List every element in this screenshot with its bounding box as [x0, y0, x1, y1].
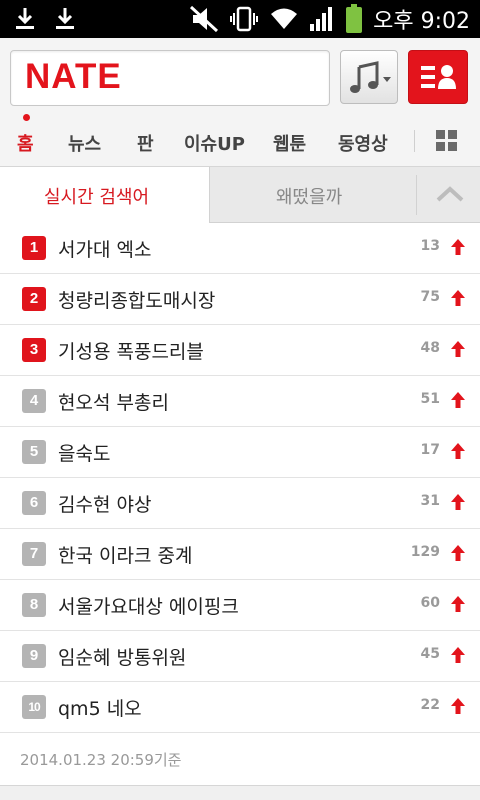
rise-count: 31 [420, 493, 440, 509]
music-button[interactable] [340, 50, 398, 104]
tab-realtime-label: 실시간 검색어 [44, 187, 150, 208]
arrow-up-icon [450, 595, 466, 613]
keyword-text: qm5 네오 [58, 698, 142, 720]
vibrate-icon [229, 5, 259, 33]
tab-realtime-search[interactable]: 실시간 검색어 [0, 167, 210, 223]
menu-button[interactable] [408, 50, 468, 104]
arrow-up-icon [450, 340, 466, 358]
arrow-up-icon [450, 442, 466, 460]
rank-badge: 3 [22, 338, 46, 362]
music-note-icon [350, 61, 391, 93]
keyword-text: 한국 이라크 중계 [58, 545, 193, 567]
rise-count: 60 [420, 595, 440, 611]
keyword-text: 을숙도 [58, 443, 111, 465]
rank-badge: 2 [22, 287, 46, 311]
tab-why-trending[interactable]: 왜떴을까 [276, 183, 342, 209]
profile-list-icon [421, 65, 456, 89]
arrow-up-icon [450, 646, 466, 664]
app-header: NATE [0, 38, 480, 116]
list-item[interactable]: 9 임순혜 방통위원 45 [0, 631, 480, 682]
active-indicator-dot [23, 114, 30, 121]
rank-badge: 1 [22, 236, 46, 260]
arrow-up-icon [450, 697, 466, 715]
nav-item-home[interactable]: 홈 [17, 130, 34, 156]
nate-logo: NATE [25, 57, 122, 96]
rank-badge: 10 [22, 695, 46, 719]
nav-item-webtoon[interactable]: 웹툰 [273, 130, 306, 156]
signal-icon [309, 6, 335, 32]
keyword-text: 청량리종합도매시장 [58, 290, 216, 312]
list-item[interactable]: 6 김수현 야상 31 [0, 478, 480, 529]
keyword-text: 서울가요대상 에이핑크 [58, 596, 239, 618]
grid-icon[interactable] [436, 130, 458, 152]
status-bar: 오후 9:02 [0, 0, 480, 38]
battery-icon [345, 4, 363, 34]
rise-count: 129 [410, 544, 440, 560]
rank-badge: 5 [22, 440, 46, 464]
arrow-up-icon [450, 238, 466, 256]
main-nav: 홈 뉴스 판 이슈UP 웹툰 동영상 [0, 116, 480, 167]
nav-item-pan[interactable]: 판 [137, 130, 154, 156]
keyword-text: 기성용 폭풍드리블 [58, 341, 204, 363]
keyword-text: 현오석 부총리 [58, 392, 169, 414]
list-item[interactable]: 3 기성용 폭풍드리블 48 [0, 325, 480, 376]
arrow-up-icon [450, 391, 466, 409]
tab-divider [416, 175, 417, 215]
nav-divider [414, 130, 415, 152]
keyword-text: 임순혜 방통위원 [58, 647, 187, 669]
chevron-up-icon[interactable] [436, 185, 464, 203]
rise-count: 51 [420, 391, 440, 407]
list-footer: 2014.01.23 20:59기준 [0, 733, 480, 786]
rise-count: 22 [420, 697, 440, 713]
wifi-icon [269, 6, 299, 32]
rank-badge: 4 [22, 389, 46, 413]
rank-badge: 6 [22, 491, 46, 515]
rise-count: 75 [420, 289, 440, 305]
download-icon [54, 6, 76, 32]
rise-count: 45 [420, 646, 440, 662]
list-item[interactable]: 10 qm5 네오 22 [0, 682, 480, 733]
list-item[interactable]: 5 을숙도 17 [0, 427, 480, 478]
keyword-text: 김수현 야상 [58, 494, 152, 516]
arrow-up-icon [450, 544, 466, 562]
realtime-keyword-list: 1 서가대 엑소 13 2 청량리종합도매시장 75 3 기성용 폭풍드리블 48 4 현오석 부총… [0, 223, 480, 786]
arrow-up-icon [450, 289, 466, 307]
nav-item-news[interactable]: 뉴스 [68, 130, 101, 156]
arrow-up-icon [450, 493, 466, 511]
keyword-text: 서가대 엑소 [58, 239, 152, 261]
rank-badge: 9 [22, 644, 46, 668]
mute-icon [189, 5, 219, 33]
rise-count: 13 [420, 238, 440, 254]
nav-item-issueup[interactable]: 이슈UP [184, 130, 245, 156]
rise-count: 17 [420, 442, 440, 458]
search-input[interactable]: NATE [10, 50, 330, 106]
nav-item-video[interactable]: 동영상 [338, 130, 388, 156]
list-item[interactable]: 2 청량리종합도매시장 75 [0, 274, 480, 325]
keyword-tabs: 실시간 검색어 왜떴을까 [0, 167, 480, 223]
download-icon [14, 6, 36, 32]
update-timestamp: 2014.01.23 20:59기준 [20, 751, 182, 769]
list-item[interactable]: 4 현오석 부총리 51 [0, 376, 480, 427]
list-item[interactable]: 8 서울가요대상 에이핑크 60 [0, 580, 480, 631]
rank-badge: 8 [22, 593, 46, 617]
status-time: 오후 9:02 [373, 9, 470, 34]
list-item[interactable]: 7 한국 이라크 중계 129 [0, 529, 480, 580]
rise-count: 48 [420, 340, 440, 356]
rank-badge: 7 [22, 542, 46, 566]
list-item[interactable]: 1 서가대 엑소 13 [0, 223, 480, 274]
